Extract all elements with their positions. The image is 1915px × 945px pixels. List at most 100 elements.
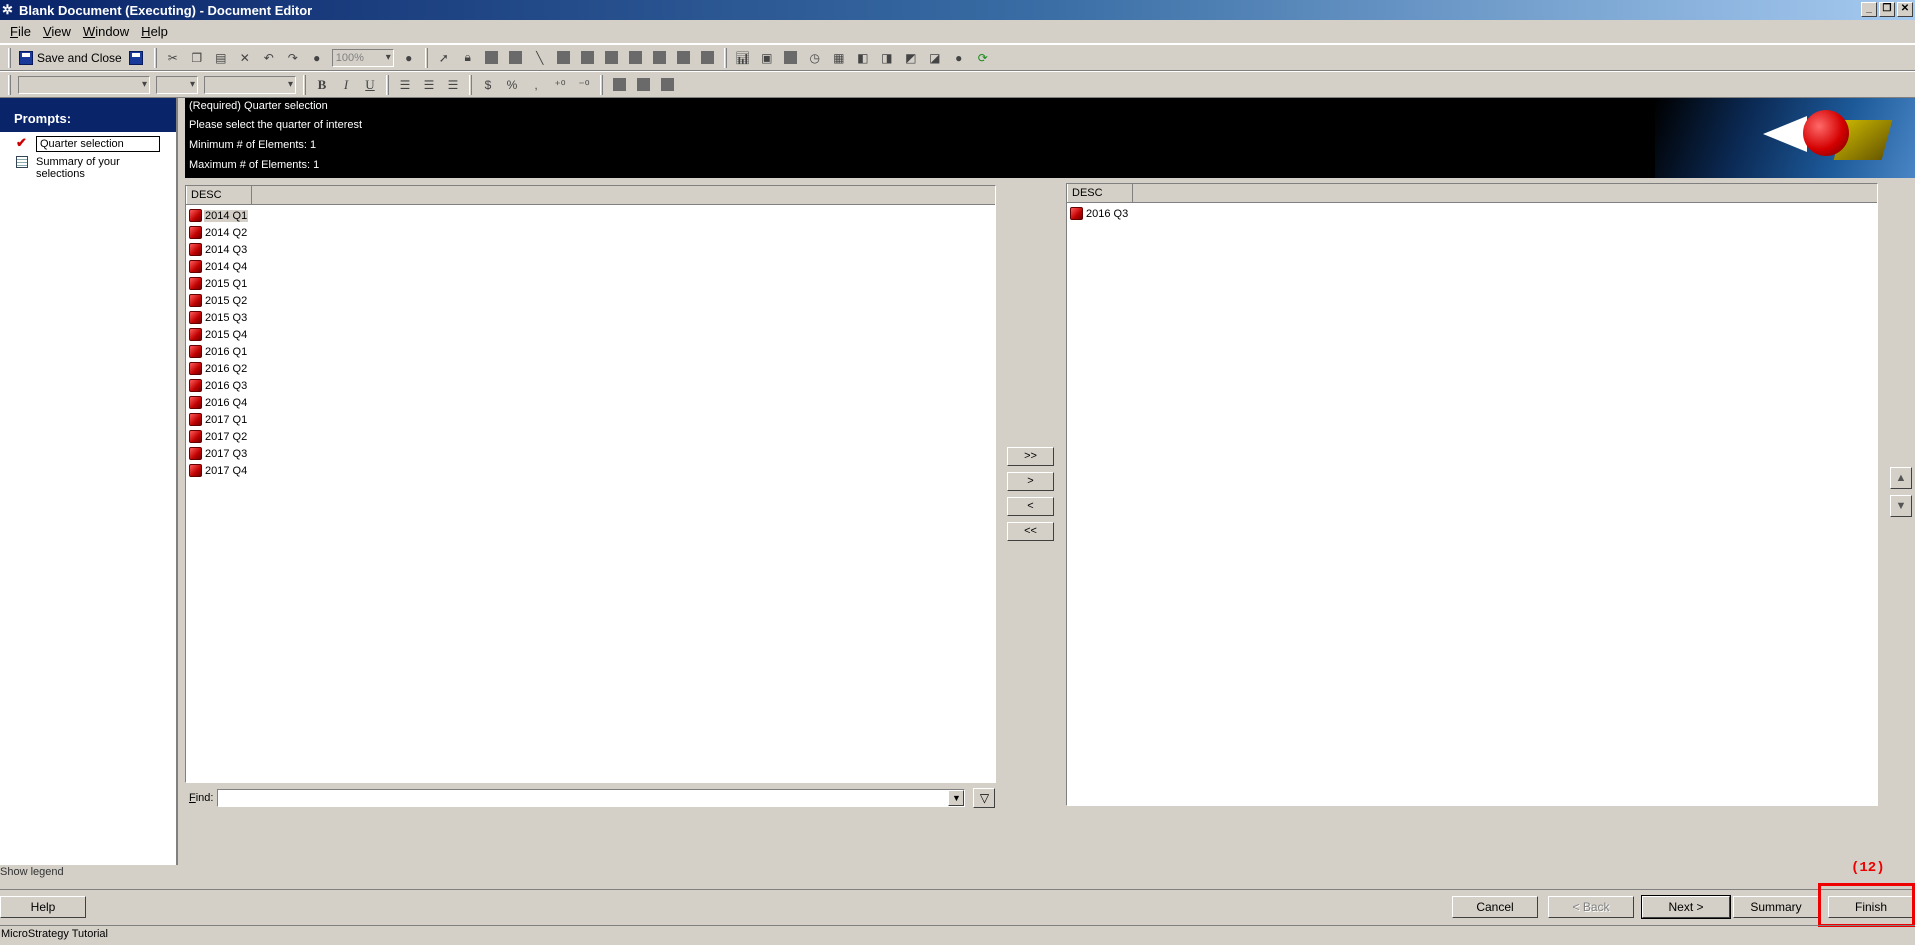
summary-button[interactable]: Summary <box>1733 896 1819 918</box>
export-html-button[interactable]: ◩ <box>900 48 922 68</box>
list-item[interactable]: 2017 Q1 <box>186 411 995 428</box>
decrease-decimal-button[interactable]: ⁻⁰ <box>573 75 595 95</box>
remove-all-button[interactable]: << <box>1007 522 1054 541</box>
zoom-combo[interactable]: 100% <box>331 48 394 67</box>
list-item[interactable]: 2017 Q3 <box>186 445 995 462</box>
fill-color-button[interactable] <box>608 75 630 95</box>
increase-decimal-button[interactable]: ⁺⁰ <box>549 75 571 95</box>
copy-button[interactable]: ❐ <box>186 48 208 68</box>
add-button[interactable]: > <box>1007 472 1054 491</box>
align-right-button[interactable]: ☰ <box>442 75 464 95</box>
list-item[interactable]: 2016 Q3 <box>186 377 995 394</box>
pdf-button[interactable]: ▣ <box>756 48 778 68</box>
record-button[interactable]: ● <box>948 48 970 68</box>
selected-elements-list[interactable]: DESC 2016 Q3 <box>1066 183 1878 806</box>
export-excel-button[interactable]: ◨ <box>876 48 898 68</box>
border-button[interactable] <box>656 75 678 95</box>
move-up-button[interactable]: ▲ <box>1890 467 1912 489</box>
save-and-close-button[interactable]: Save and Close <box>15 48 126 68</box>
paste-button[interactable]: ▤ <box>210 48 232 68</box>
minimize-button[interactable]: _ <box>1861 2 1877 17</box>
prompt-item-summary[interactable]: Summary of your selections <box>0 154 176 182</box>
line-tool-button[interactable]: ╲ <box>529 48 551 68</box>
list-item-label: 2017 Q1 <box>205 413 248 426</box>
refresh-button[interactable]: ⟳ <box>972 48 994 68</box>
export-pdf-button[interactable]: ◧ <box>852 48 874 68</box>
cancel-button[interactable]: Cancel <box>1452 896 1538 918</box>
delete-button[interactable]: ✕ <box>234 48 256 68</box>
list-item[interactable]: 2016 Q2 <box>186 360 995 377</box>
select-tool-button[interactable]: ➚ <box>433 48 455 68</box>
font-name-combo[interactable] <box>18 75 150 94</box>
list-item[interactable]: 2016 Q1 <box>186 343 995 360</box>
line-color-button[interactable] <box>632 75 654 95</box>
textbox-tool-button[interactable] <box>481 48 503 68</box>
grid-tool-button[interactable] <box>577 48 599 68</box>
filter-button[interactable]: ▽ <box>973 788 996 808</box>
save-button[interactable] <box>127 48 149 68</box>
panel-tool-button[interactable] <box>601 48 623 68</box>
italic-button[interactable]: I <box>335 75 357 95</box>
prompt-item-quarter-selection[interactable]: ✔ Quarter selection <box>0 134 176 154</box>
list-item[interactable]: 2014 Q4 <box>186 258 995 275</box>
list-item[interactable]: 2014 Q2 <box>186 224 995 241</box>
undo-button[interactable]: ↶ <box>258 48 280 68</box>
cut-button[interactable]: ✂ <box>162 48 184 68</box>
menu-help[interactable]: Help <box>135 24 174 39</box>
toolbar-grip[interactable] <box>8 74 11 95</box>
list-item[interactable]: 2015 Q3 <box>186 309 995 326</box>
bold-button[interactable]: B <box>311 75 333 95</box>
list-item[interactable]: 2017 Q4 <box>186 462 995 479</box>
list-item[interactable]: 2015 Q4 <box>186 326 995 343</box>
align-left-button[interactable]: ☰ <box>394 75 416 95</box>
zoom-out-button[interactable]: ● <box>306 48 328 68</box>
help-button[interactable]: Help <box>0 896 86 918</box>
back-button[interactable]: < Back <box>1548 896 1634 918</box>
available-elements-list[interactable]: DESC 2014 Q1 2014 Q2 2014 Q3 2014 Q4 2015 Q1… <box>185 185 996 783</box>
currency-button[interactable]: $ <box>477 75 499 95</box>
menu-view[interactable]: View <box>37 24 77 39</box>
next-button[interactable]: Next > <box>1641 895 1731 919</box>
close-button[interactable]: ✕ <box>1897 2 1913 17</box>
style-combo[interactable] <box>204 75 296 94</box>
list-item[interactable]: 2016 Q4 <box>186 394 995 411</box>
percent-button[interactable]: % <box>501 75 523 95</box>
list-item[interactable]: 2014 Q1 <box>186 207 995 224</box>
list-item[interactable]: 2016 Q3 <box>1067 205 1877 222</box>
remove-button[interactable]: < <box>1007 497 1054 516</box>
available-column-header[interactable]: DESC <box>186 186 252 204</box>
show-legend-link[interactable]: Show legend <box>0 866 64 878</box>
find-input[interactable]: ▼ <box>217 789 966 807</box>
chart-button[interactable]: 📊︎ <box>732 48 754 68</box>
layout-tool-button[interactable] <box>697 48 719 68</box>
html-tool-button[interactable] <box>673 48 695 68</box>
add-all-button[interactable]: >> <box>1007 447 1054 466</box>
fill-button[interactable] <box>780 48 802 68</box>
selected-column-header[interactable]: DESC <box>1067 184 1133 202</box>
list-item[interactable]: 2014 Q3 <box>186 241 995 258</box>
selector-tool-button[interactable] <box>625 48 647 68</box>
comma-button[interactable]: , <box>525 75 547 95</box>
list-item[interactable]: 2015 Q1 <box>186 275 995 292</box>
export-flash-button[interactable]: ◪ <box>924 48 946 68</box>
list-item[interactable]: 2017 Q2 <box>186 428 995 445</box>
image-tool-button[interactable] <box>505 48 527 68</box>
clock-button[interactable]: ◷ <box>804 48 826 68</box>
rectangle-tool-button[interactable] <box>553 48 575 68</box>
list-item[interactable]: 2015 Q2 <box>186 292 995 309</box>
properties-button[interactable]: ▦ <box>828 48 850 68</box>
restore-button[interactable]: ❐ <box>1879 2 1895 17</box>
align-center-button[interactable]: ☰ <box>418 75 440 95</box>
move-down-button[interactable]: ▼ <box>1890 495 1912 517</box>
menu-file[interactable]: File <box>4 24 37 39</box>
lock-button[interactable]: 🔒︎ <box>457 48 479 68</box>
font-size-combo[interactable] <box>156 75 198 94</box>
zoom-in-button[interactable]: ● <box>398 48 420 68</box>
underline-button[interactable]: U <box>359 75 381 95</box>
widget-tool-button[interactable] <box>649 48 671 68</box>
properties-icon: ▦ <box>833 50 845 65</box>
find-dropdown-button[interactable]: ▼ <box>948 790 965 806</box>
toolbar-grip[interactable] <box>8 47 11 68</box>
redo-button[interactable]: ↷ <box>282 48 304 68</box>
menu-window[interactable]: Window <box>77 24 135 39</box>
